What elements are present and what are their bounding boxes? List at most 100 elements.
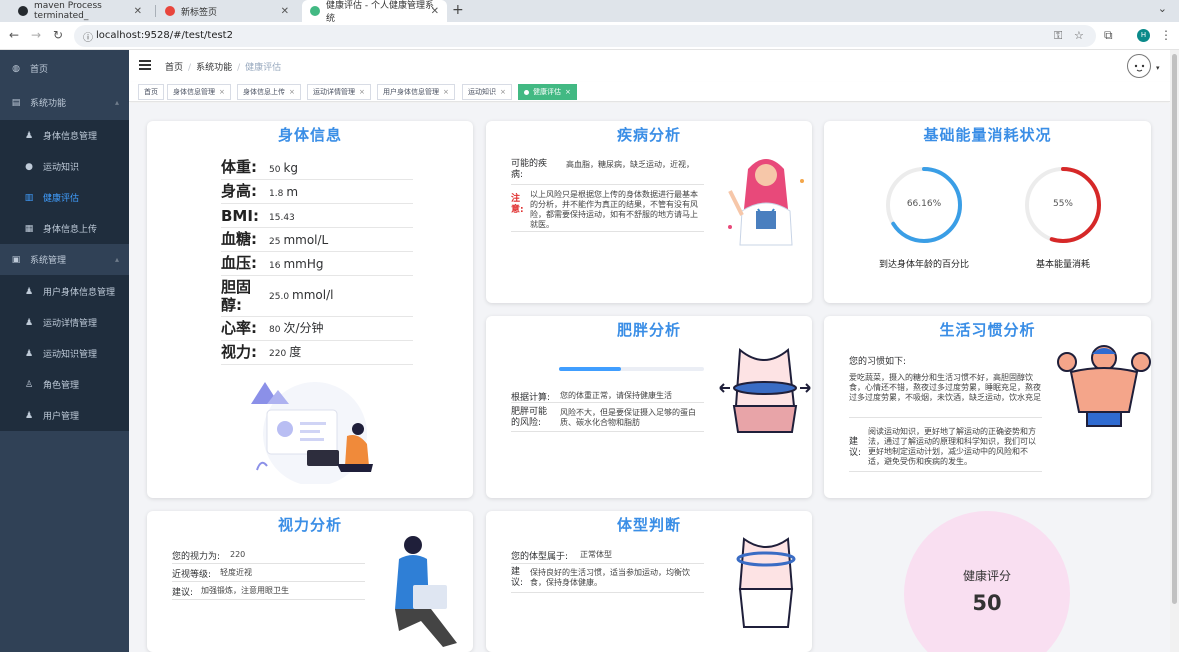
- tag-body-info-upload[interactable]: 身体信息上传 ×: [237, 84, 301, 100]
- scrollbar-thumb[interactable]: [1172, 54, 1177, 604]
- close-icon[interactable]: ×: [289, 88, 295, 96]
- vision-analysis-card: 视力分析 您的视力为: 220 近视等级: 轻度近视 建议: 加强锻炼，注意用眼卫生: [147, 511, 473, 652]
- chevron-up-icon: ▴: [114, 255, 119, 264]
- close-icon[interactable]: ×: [443, 88, 449, 96]
- avatar[interactable]: [1127, 54, 1151, 78]
- close-icon[interactable]: ✕: [281, 6, 289, 17]
- possible-disease-row: 可能的疾病: 高血脂，糖尿病，缺乏运动，近视，: [511, 159, 706, 181]
- divider: [511, 563, 704, 564]
- close-icon[interactable]: ✕: [134, 6, 142, 17]
- row-label: 心率:: [221, 319, 257, 337]
- browser-tab[interactable]: maven Process terminated_ ✕: [10, 0, 150, 22]
- vision-row: 建议: 加强锻炼，注意用眼卫生: [172, 585, 367, 599]
- breadcrumb-item[interactable]: 首页: [165, 63, 183, 73]
- body-type-card: 体型判断 您的体型属于: 正常体型 建议: 保持良好的生活习惯，适当参加运动，均衡…: [486, 511, 812, 652]
- address-bar: ← → ↻ ⓘ localhost:9528/#/test/test2 ⚿ ☆ …: [0, 22, 1179, 50]
- back-icon[interactable]: ←: [9, 28, 19, 42]
- habit-list: 爱吃蔬菜，摄入的糖分和生活习惯不好，高胆固醇饮食，心情还不错，熬夜过多过度劳累，…: [849, 372, 1044, 416]
- close-icon[interactable]: ×: [219, 88, 225, 96]
- tab-separator: [155, 5, 156, 17]
- close-icon[interactable]: ×: [565, 88, 571, 96]
- star-icon[interactable]: ☆: [1074, 29, 1084, 42]
- sidebar-item-exercise-knowledge-management[interactable]: ♟ 运动知识管理: [0, 338, 129, 369]
- url-bar[interactable]: ⓘ localhost:9528/#/test/test2 ⚿ ☆: [74, 25, 1096, 47]
- hamburger-icon[interactable]: [139, 60, 151, 70]
- caret-down-icon[interactable]: ▾: [1156, 64, 1160, 72]
- browser-tab-title: 新标签页: [181, 7, 218, 18]
- sidebar-item-role-management[interactable]: ♙ 角色管理: [0, 369, 129, 400]
- reload-icon[interactable]: ↻: [53, 28, 63, 42]
- card-title: 视力分析: [277, 516, 342, 534]
- browser-tab[interactable]: 新标签页 ✕: [157, 0, 297, 22]
- row-value: 15.43: [269, 213, 295, 223]
- sidebar-item-system-functions[interactable]: ▤ 系统功能 ▴: [0, 87, 129, 118]
- row-value: 您的体重正常，请保持健康生活: [560, 391, 672, 400]
- sidebar-item-health-assessment[interactable]: ▥ 健康评估: [0, 182, 129, 213]
- sidebar-item-body-info-management[interactable]: ♟ 身体信息管理: [0, 120, 129, 151]
- tag-exercise-knowledge[interactable]: 运动知识 ×: [462, 84, 512, 100]
- tag-label: 身体信息管理: [173, 88, 215, 96]
- browser-tab-title: maven Process terminated_: [34, 1, 102, 21]
- close-icon[interactable]: ✕: [431, 6, 439, 17]
- profile-avatar[interactable]: H: [1137, 29, 1150, 42]
- row-value: 风险不大，但是要保证摄入足够的蛋白质、碳水化合物和脂肪: [560, 408, 696, 427]
- github-icon: [18, 6, 28, 16]
- body-type-row: 您的体型属于: 正常体型: [511, 549, 706, 563]
- row-value: 25.0: [269, 292, 290, 302]
- tag-home[interactable]: 首页: [138, 84, 164, 100]
- sidebar: ◍ 首页 ▤ 系统功能 ▴ ♟ 身体信息管理 ● 运动知识 ▥ 健康评估 ▦ 身…: [0, 50, 129, 652]
- tag-user-body-info-management[interactable]: 用户身体信息管理 ×: [377, 84, 455, 100]
- page-scrollbar[interactable]: [1170, 50, 1179, 652]
- sidebar-item-body-info-upload[interactable]: ▦ 身体信息上传: [0, 213, 129, 244]
- row-value: 保持良好的生活习惯，适当参加运动，均衡饮食，保持身体健康。: [530, 568, 690, 587]
- row-value: 220: [269, 349, 287, 359]
- close-icon[interactable]: ×: [500, 88, 506, 96]
- card-title: 肥胖分析: [616, 321, 681, 339]
- sidebar-item-exercise-detail-management[interactable]: ♟ 运动详情管理: [0, 307, 129, 338]
- sidebar-item-home[interactable]: ◍ 首页: [0, 53, 129, 84]
- row-label: 肥胖可能的风险:: [511, 407, 548, 428]
- divider: [511, 592, 704, 593]
- extensions-icon[interactable]: ⧉: [1104, 28, 1113, 43]
- energy-consumption-card: 基础能量消耗状况 66.16% 到达身体年龄的百分比 55% 基本能量消耗: [824, 121, 1151, 303]
- sidebar-item-label: 系统管理: [30, 256, 67, 266]
- tag-body-info-management[interactable]: 身体信息管理 ×: [167, 84, 231, 100]
- top-navbar: 首页 / 系统功能 / 健康评估 ▾: [129, 50, 1170, 82]
- url-text[interactable]: localhost:9528/#/test/test2: [96, 30, 233, 41]
- sidebar-item-system-management[interactable]: ▣ 系统管理 ▴: [0, 244, 129, 275]
- divider: [511, 431, 704, 432]
- new-tab-icon[interactable]: +: [452, 2, 464, 18]
- close-icon[interactable]: ×: [359, 88, 365, 96]
- tag-exercise-detail-management[interactable]: 运动详情管理 ×: [307, 84, 371, 100]
- bulb-icon: ●: [25, 161, 33, 172]
- body-info-row: 心率: 80 次/分钟: [221, 318, 413, 341]
- info-icon[interactable]: ⓘ: [83, 29, 93, 44]
- browser-tab-title: 健康评估 - 个人健康管理系统: [326, 1, 434, 24]
- gauge-value-text: 55%: [1052, 199, 1073, 209]
- key-icon[interactable]: ⚿: [1054, 29, 1062, 43]
- forward-icon[interactable]: →: [31, 28, 41, 42]
- tag-health-assessment[interactable]: 健康评估 ×: [518, 84, 577, 100]
- row-label: 建议:: [511, 567, 524, 588]
- document-icon: ▤: [11, 97, 21, 108]
- divider: [511, 402, 704, 403]
- row-value: 高血脂，糖尿病，缺乏运动，近视，: [566, 160, 694, 169]
- browser-tab-active[interactable]: 健康评估 - 个人健康管理系统 ✕: [302, 0, 447, 24]
- sidebar-item-user-body-info-management[interactable]: ♟ 用户身体信息管理: [0, 276, 129, 307]
- sidebar-item-label: 健康评估: [43, 194, 80, 204]
- sidebar-item-exercise-knowledge[interactable]: ● 运动知识: [0, 151, 129, 182]
- obesity-progress-bar: [559, 367, 704, 371]
- row-label: BMI:: [221, 207, 259, 225]
- card-title: 疾病分析: [616, 126, 681, 144]
- sidebar-item-user-management[interactable]: ♟ 用户管理: [0, 400, 129, 431]
- menu-dots-icon[interactable]: ⋮: [1160, 28, 1172, 42]
- vision-row: 您的视力为: 220: [172, 549, 367, 563]
- card-title: 体型判断: [616, 516, 681, 534]
- body-info-card: 身体信息 体重: 50 kg 身高: 1.8 m BMI: 15.43 血糖: 25 mmol…: [147, 121, 473, 498]
- breadcrumb-item: 系统功能: [196, 63, 233, 73]
- tag-label: 首页: [144, 88, 158, 96]
- chevron-down-icon[interactable]: ⌄: [1158, 2, 1167, 15]
- row-value: 阅读运动知识，更好地了解运动的正确姿势和方法，通过了解运动的原理和科学知识，我们…: [868, 427, 1036, 466]
- sidebar-item-label: 身体信息管理: [43, 132, 98, 142]
- body-info-row: 体重: 50 kg: [221, 157, 413, 180]
